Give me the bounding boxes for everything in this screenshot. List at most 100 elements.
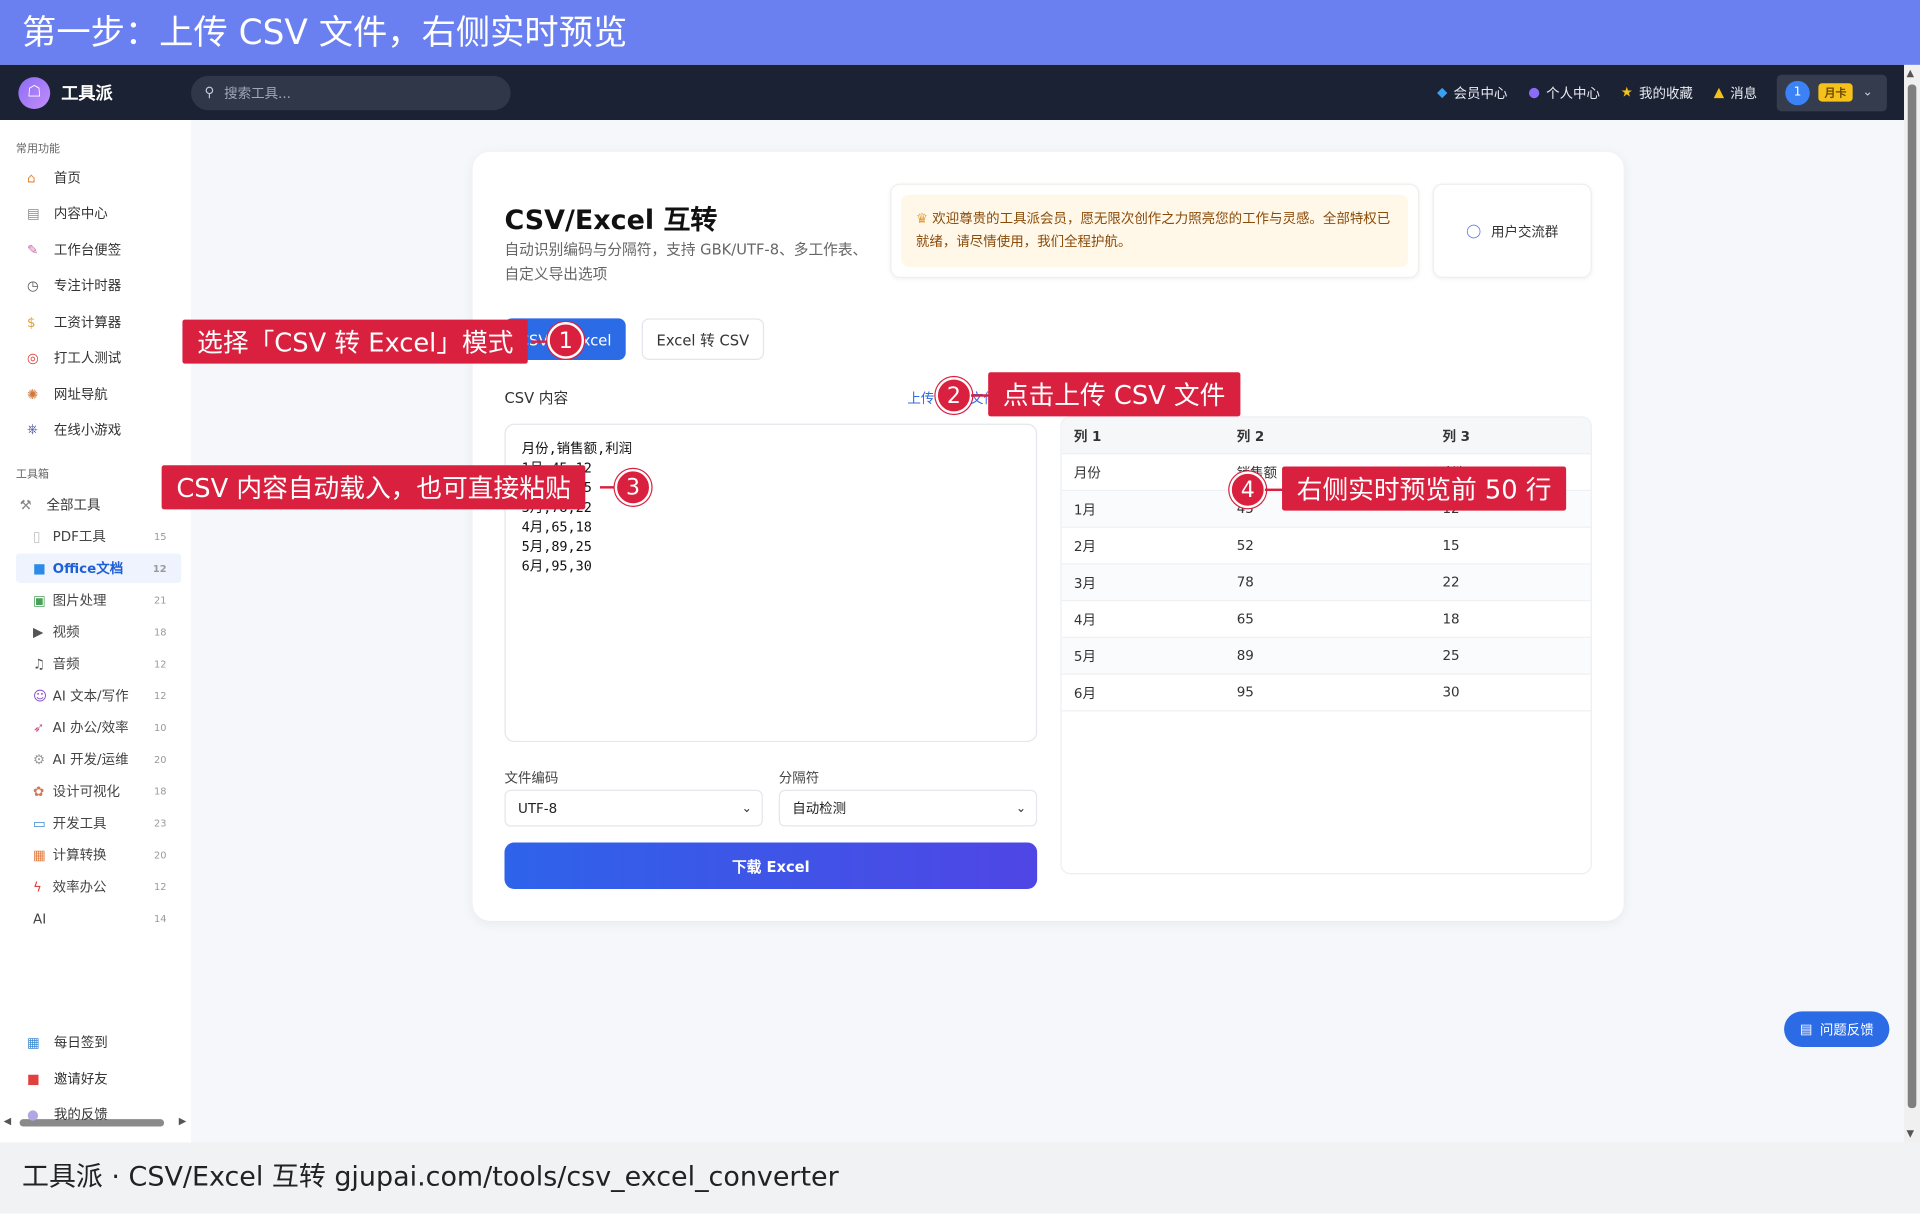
sidebar-category-ai-writing[interactable]: ☺ AI 文本/写作 12 — [16, 681, 181, 710]
category-count: 15 — [154, 530, 167, 542]
chevron-down-icon: ⌄ — [1015, 801, 1027, 815]
sidebar-item-content[interactable]: ▤ 内容中心 — [27, 203, 108, 223]
sidebar-item-all-tools[interactable]: ⚒ 全部工具 — [20, 495, 101, 515]
community-group-button[interactable]: ◯ 用户交流群 — [1432, 183, 1592, 278]
memo-icon: ▤ — [1799, 1021, 1813, 1038]
sidebar-category-calculate[interactable]: ▦ 计算转换 20 — [16, 840, 181, 869]
category-count: 10 — [154, 721, 167, 733]
delimiter-select[interactable]: 自动检测 ⌄ — [778, 789, 1038, 827]
sidebar-item-label: 工资计算器 — [53, 314, 122, 331]
sidebar-section-common: 常用功能 — [15, 143, 61, 156]
sidebar-item-timer[interactable]: ◷ 专注计时器 — [27, 276, 121, 296]
memo-icon: ✎ — [26, 241, 39, 258]
chevron-down-icon: ⌄ — [1862, 85, 1873, 100]
nav-link-label: 会员中心 — [1453, 85, 1508, 102]
category-label: 效率办公 — [52, 879, 107, 896]
nav-link-label: 消息 — [1730, 85, 1758, 102]
nav-link-favorites[interactable]: ★ 我的收藏 — [1621, 83, 1693, 103]
table-row: 3月 78 22 — [1061, 564, 1591, 602]
sidebar-category-efficiency[interactable]: ϟ 效率办公 12 — [16, 872, 181, 901]
sidebar-category-video[interactable]: ▶ 视频 18 — [16, 617, 181, 646]
sidebar-item-worker-test[interactable]: ◎ 打工人测试 — [27, 348, 121, 368]
scroll-up-icon[interactable]: ▲ — [1907, 67, 1915, 78]
palette-icon: ✿ — [33, 783, 45, 799]
calendar-icon: ▦ — [26, 1034, 40, 1051]
sidebar-item-invite[interactable]: ■ 邀请好友 — [27, 1069, 108, 1089]
table-cell: 30 — [1442, 684, 1460, 701]
annotation-2-label: 点击上传 CSV 文件 — [988, 372, 1241, 417]
table-cell: 22 — [1442, 574, 1460, 591]
home-icon: ⌂ — [26, 169, 36, 186]
clapper-icon: ▶ — [33, 623, 44, 640]
sidebar-category-ai-dev[interactable]: ⚙ AI 开发/运维 20 — [16, 744, 181, 773]
gamepad-icon: ⎈ — [26, 421, 38, 438]
compass-icon: ✺ — [26, 386, 39, 403]
sidebar-category-dev-tools[interactable]: ▭ 开发工具 23 — [16, 808, 181, 837]
download-excel-button[interactable]: 下载 Excel — [504, 842, 1038, 889]
sidebar-item-label: 邀请好友 — [53, 1071, 108, 1088]
encoding-select[interactable]: UTF-8 ⌄ — [504, 789, 763, 827]
sidebar-category-office[interactable]: ■ Office文档 12 — [15, 553, 182, 583]
category-label: 设计可视化 — [52, 783, 121, 800]
sidebar-category-pdf[interactable]: ▯ PDF工具 15 — [16, 522, 181, 551]
delimiter-value: 自动检测 — [792, 800, 847, 817]
category-count: 21 — [154, 594, 167, 606]
blue-book-icon: ■ — [33, 560, 46, 577]
welcome-card: ♛ 欢迎尊贵的工具派会员，愿无限次创作之力照亮您的工作与灵感。全部特权已就绪，请… — [890, 183, 1420, 278]
feedback-button[interactable]: ▤ 问题反馈 — [1784, 1011, 1890, 1047]
table-cell: 52 — [1236, 537, 1254, 554]
column-header: 列 1 — [1073, 427, 1102, 444]
brand[interactable]: ☖ 工具派 — [18, 76, 113, 109]
category-count: 12 — [154, 881, 167, 893]
sidebar-item-checkin[interactable]: ▦ 每日签到 — [27, 1032, 108, 1052]
annotation-4-connector — [1264, 488, 1284, 492]
annotation-2-marker: 2 — [935, 377, 973, 414]
nav-link-profile[interactable]: ● 个人中心 — [1528, 83, 1600, 103]
sidebar-category-ai-office[interactable]: ➶ AI 办公/效率 10 — [16, 713, 181, 742]
target-icon: ◎ — [26, 349, 39, 366]
delimiter-label: 分隔符 — [778, 770, 820, 787]
scrollbar-thumb[interactable] — [1907, 84, 1917, 1109]
lightning-icon: ϟ — [33, 878, 42, 895]
user-menu[interactable]: 1 月卡 ⌄ — [1776, 74, 1887, 111]
table-cell: 2月 — [1073, 538, 1096, 555]
sidebar-item-label: 在线小游戏 — [53, 422, 122, 439]
sidebar-item-my-feedback[interactable]: ● 我的反馈 — [27, 1104, 108, 1124]
sidebar-item-label: 打工人测试 — [53, 350, 122, 367]
sidebar-item-url-nav[interactable]: ✺ 网址导航 — [27, 384, 108, 404]
bell-icon: ▲ — [1713, 84, 1725, 101]
robot-icon: ☺ — [33, 687, 48, 704]
column-header: 列 2 — [1236, 427, 1265, 444]
scroll-down-icon[interactable]: ▼ — [1907, 1128, 1915, 1139]
abacus-icon: ▦ — [33, 846, 46, 863]
sidebar: 常用功能 ⌂ 首页 ▤ 内容中心 ✎ 工作台便签 ◷ 专注计时器 $ 工资计算器 ◎ 打工人… — [0, 120, 192, 1143]
nav-link-messages[interactable]: ▲ 消息 — [1714, 83, 1757, 103]
tab-excel-to-csv[interactable]: Excel 转 CSV — [641, 318, 765, 361]
tutorial-step-banner: 第一步：上传 CSV 文件，右侧实时预览 — [0, 0, 1920, 65]
sidebar-category-ai[interactable]: AI 14 — [16, 904, 181, 933]
sidebar-category-audio[interactable]: ♫ 音频 12 — [16, 649, 181, 678]
sidebar-item-label: 全部工具 — [46, 497, 101, 514]
membership-badge: 月卡 — [1818, 83, 1853, 102]
page-scrollbar[interactable]: ▲ ▼ — [1904, 64, 1920, 1143]
sidebar-item-games[interactable]: ⎈ 在线小游戏 — [27, 420, 121, 440]
sidebar-item-home[interactable]: ⌂ 首页 — [27, 168, 81, 188]
table-cell: 3月 — [1073, 574, 1096, 591]
footer-caption: 工具派 · CSV/Excel 互转 gjupai.com/tools/csv_… — [0, 1142, 1920, 1214]
search-input[interactable]: ⚲ 搜索工具... — [191, 75, 511, 110]
nav-link-vip[interactable]: ◆ 会员中心 — [1437, 83, 1507, 103]
annotation-1-marker: 1 — [547, 322, 585, 359]
page-title: CSV/Excel 互转 — [504, 205, 718, 237]
category-label: Office文档 — [52, 560, 124, 577]
sidebar-item-salary[interactable]: $ 工资计算器 — [27, 312, 121, 332]
scroll-right-icon[interactable]: ▶ — [179, 1116, 187, 1127]
sidebar-item-label: 专注计时器 — [53, 277, 122, 294]
scroll-left-icon[interactable]: ◀ — [4, 1116, 12, 1127]
brand-logo-icon: ☖ — [18, 76, 51, 109]
sidebar-category-image[interactable]: ▣ 图片处理 21 — [16, 585, 181, 614]
page-subtitle: 自动识别编码与分隔符，支持 GBK/UTF-8、多工作表、自定义导出选项 — [504, 241, 868, 283]
sidebar-item-notes[interactable]: ✎ 工作台便签 — [27, 240, 121, 260]
table-cell: 78 — [1236, 574, 1254, 591]
sidebar-category-design[interactable]: ✿ 设计可视化 18 — [16, 776, 181, 805]
top-navbar: ☖ 工具派 ⚲ 搜索工具... ◆ 会员中心 ● 个人中心 ★ 我的收藏 ▲ 消息 1 … — [0, 64, 1905, 121]
